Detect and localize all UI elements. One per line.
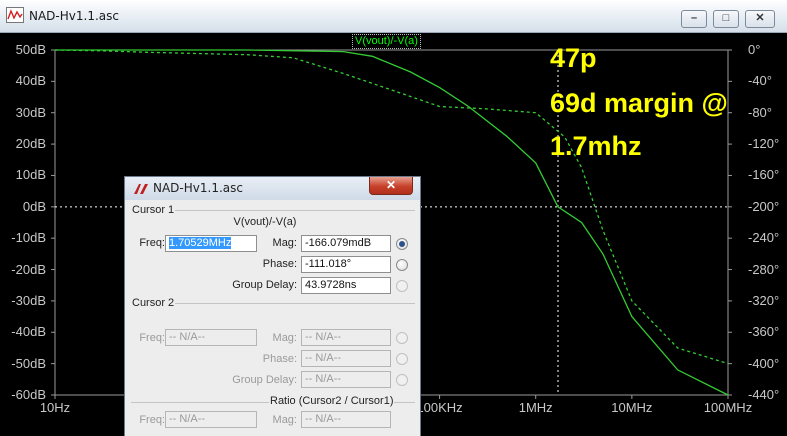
cursor1-mag-radio[interactable] bbox=[396, 238, 408, 250]
cursor1-phase-label: Phase: bbox=[262, 258, 297, 270]
window-title: NAD-Hv1.1.asc bbox=[29, 9, 119, 23]
x-tick-label: 10Hz bbox=[39, 400, 71, 415]
cursor2-freq-field[interactable]: -- N/A-- bbox=[165, 329, 257, 346]
minimize-button[interactable]: – bbox=[681, 10, 707, 28]
ratio-mag-field[interactable]: -- N/A-- bbox=[301, 411, 391, 428]
dialog-title: NAD-Hv1.1.asc bbox=[153, 181, 243, 195]
ltspice-icon bbox=[134, 184, 148, 194]
y-right-tick-label: 0° bbox=[748, 42, 761, 57]
y-left-tick-label: 0dB bbox=[22, 198, 46, 214]
y-right-tick-label: -80° bbox=[748, 104, 772, 120]
waveform-app-icon bbox=[6, 7, 24, 23]
annotation-capacitance: 47p bbox=[550, 43, 597, 73]
y-right-tick-label: -240° bbox=[748, 230, 780, 246]
cursor1-delay-label: Group Delay: bbox=[232, 279, 297, 291]
group-divider bbox=[175, 210, 415, 211]
y-left-tick-label: 10dB bbox=[15, 167, 46, 183]
group-divider bbox=[175, 303, 415, 304]
cursor1-freq-field[interactable]: 1.70529MHz bbox=[165, 235, 257, 252]
ratio-group-label: Ratio (Cursor2 / Cursor1) bbox=[269, 395, 395, 407]
cursor1-mag-label: Mag: bbox=[272, 237, 297, 249]
x-tick-label: 10MHz bbox=[611, 400, 653, 415]
y-left-tick-label: 20dB bbox=[15, 136, 46, 152]
cursor1-delay-field[interactable]: 43.9728ns bbox=[301, 277, 391, 294]
annotation-frequency: 1.7mhz bbox=[550, 131, 642, 161]
cursor2-mag-field[interactable]: -- N/A-- bbox=[301, 329, 391, 346]
cursor2-phase-field[interactable]: -- N/A-- bbox=[301, 350, 391, 367]
y-right-tick-label: -320° bbox=[748, 292, 780, 308]
cursor1-freq-value: 1.70529MHz bbox=[169, 237, 232, 249]
y-left-tick-label: -50dB bbox=[11, 355, 46, 371]
y-right-tick-label: -40° bbox=[748, 73, 772, 89]
cursor1-expression: V(vout)/-V(a) bbox=[233, 216, 297, 228]
y-left-tick-label: -20dB bbox=[11, 261, 46, 277]
y-right-tick-label: -400° bbox=[748, 355, 780, 371]
cursor1-phase-field[interactable]: -111.018° bbox=[301, 256, 391, 273]
cursor2-mag-radio[interactable] bbox=[396, 332, 408, 344]
cursor2-mag-label: Mag: bbox=[272, 332, 297, 344]
annotation-margin: 69d margin @ bbox=[550, 88, 728, 118]
dialog-titlebar: NAD-Hv1.1.asc ✕ bbox=[125, 177, 420, 200]
y-right-tick-label: -360° bbox=[748, 324, 780, 340]
cursor2-delay-field[interactable]: -- N/A-- bbox=[301, 371, 391, 388]
y-left-tick-label: -30dB bbox=[11, 292, 46, 308]
trace-label[interactable]: V(vout)/-V(a) bbox=[352, 34, 421, 49]
cursor1-group-label: Cursor 1 bbox=[131, 204, 176, 216]
cursor1-mag-field[interactable]: -166.079mdB bbox=[301, 235, 391, 252]
y-right-tick-label: -160° bbox=[748, 167, 780, 183]
y-left-tick-label: 40dB bbox=[15, 73, 46, 89]
y-left-tick-label: -10dB bbox=[11, 230, 46, 246]
dialog-close-button[interactable]: ✕ bbox=[369, 177, 413, 195]
y-right-tick-label: -120° bbox=[748, 136, 780, 152]
cursor2-delay-label: Group Delay: bbox=[232, 374, 297, 386]
y-left-tick-label: 30dB bbox=[15, 104, 46, 120]
cursor1-phase-radio[interactable] bbox=[396, 259, 408, 271]
cursor2-freq-label: Freq: bbox=[139, 332, 165, 344]
cursor1-delay-radio[interactable] bbox=[396, 280, 408, 292]
y-left-tick-label: -40dB bbox=[11, 324, 46, 340]
y-right-tick-label: -280° bbox=[748, 261, 780, 277]
ratio-freq-label: Freq: bbox=[139, 414, 165, 426]
window-titlebar: NAD-Hv1.1.asc – □ ✕ bbox=[0, 0, 787, 33]
cursor2-phase-radio[interactable] bbox=[396, 353, 408, 365]
ratio-freq-field[interactable]: -- N/A-- bbox=[165, 411, 257, 428]
cursor2-delay-radio[interactable] bbox=[396, 374, 408, 386]
cursor2-phase-label: Phase: bbox=[262, 353, 297, 365]
close-button[interactable]: ✕ bbox=[745, 10, 775, 28]
x-tick-label: 1MHz bbox=[518, 400, 553, 415]
cursor1-freq-label: Freq: bbox=[139, 237, 165, 249]
maximize-button[interactable]: □ bbox=[713, 10, 739, 28]
cursor2-group-label: Cursor 2 bbox=[131, 297, 176, 309]
cursor-dialog: NAD-Hv1.1.asc ✕ Cursor 1 V(vout)/-V(a) F… bbox=[124, 176, 421, 436]
x-tick-label: 100MHz bbox=[703, 400, 753, 415]
ratio-mag-label: Mag: bbox=[272, 414, 297, 426]
y-right-tick-label: -200° bbox=[748, 198, 780, 214]
y-left-tick-label: 50dB bbox=[15, 42, 46, 57]
